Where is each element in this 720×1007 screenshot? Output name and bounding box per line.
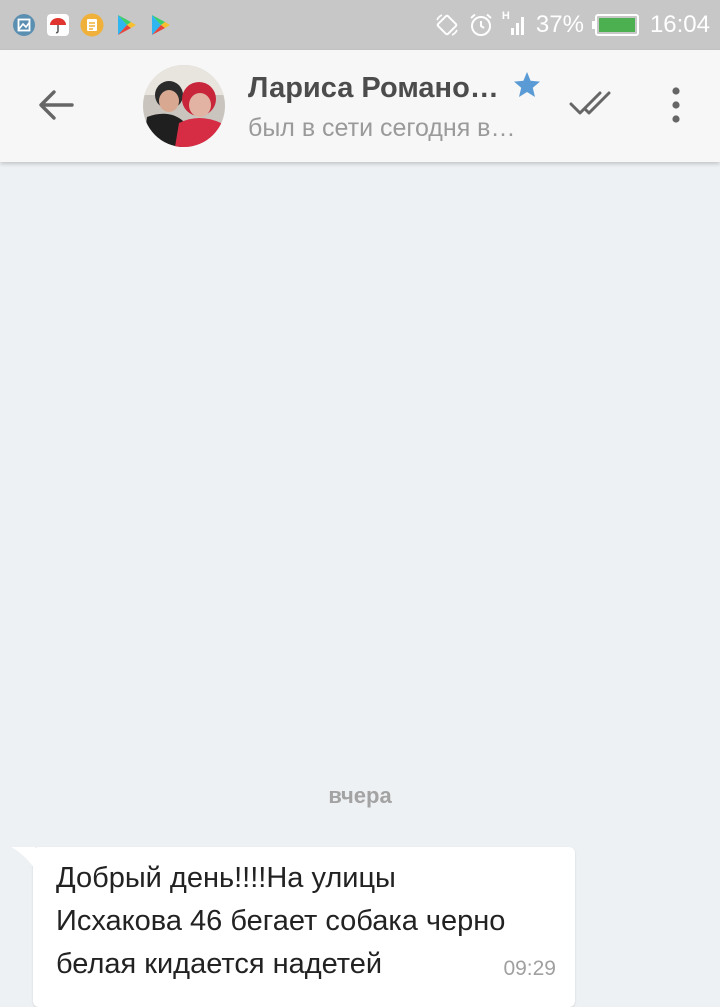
date-divider: вчера xyxy=(328,783,392,808)
message-time: 09:29 xyxy=(503,957,556,980)
gallery-icon xyxy=(12,13,36,37)
more-options-button[interactable] xyxy=(656,80,696,130)
chat-history[interactable]: вчера Добрый день!!!!На улицы Исхакова 4… xyxy=(0,162,720,1007)
umbrella-app-icon xyxy=(46,13,70,37)
notification-icons xyxy=(12,12,172,38)
more-vertical-icon xyxy=(672,87,680,123)
play-store-icon xyxy=(114,13,138,37)
arrow-left-icon xyxy=(39,90,74,120)
contact-status: был в сети сегодня в… xyxy=(248,114,516,142)
star-icon[interactable] xyxy=(512,70,542,100)
contact-name[interactable]: Лариса Романо… xyxy=(248,70,508,106)
system-indicators: H 37% 16:04 xyxy=(434,0,710,50)
play-store-icon xyxy=(148,13,172,37)
alarm-icon xyxy=(468,12,494,38)
rotation-icon xyxy=(434,12,460,38)
clock-time: 16:04 xyxy=(649,11,710,38)
message-text: Добрый день!!!!На улицы Исхакова 46 бега… xyxy=(56,862,506,980)
bubble-tail xyxy=(11,847,35,869)
chat-header: Лариса Романо… был в сети сегодня в… xyxy=(0,50,720,162)
document-app-icon xyxy=(80,13,104,37)
double-check-icon xyxy=(569,91,611,115)
incoming-message[interactable]: Добрый день!!!!На улицы Исхакова 46 бега… xyxy=(11,847,575,1007)
signal-icon: H xyxy=(502,10,528,38)
battery-percent: 37% xyxy=(535,11,584,38)
battery-icon xyxy=(591,13,642,37)
mark-read-button[interactable] xyxy=(567,84,619,124)
status-bar: H 37% 16:04 xyxy=(0,0,720,50)
contact-avatar[interactable] xyxy=(143,65,225,147)
back-button[interactable] xyxy=(34,83,78,127)
